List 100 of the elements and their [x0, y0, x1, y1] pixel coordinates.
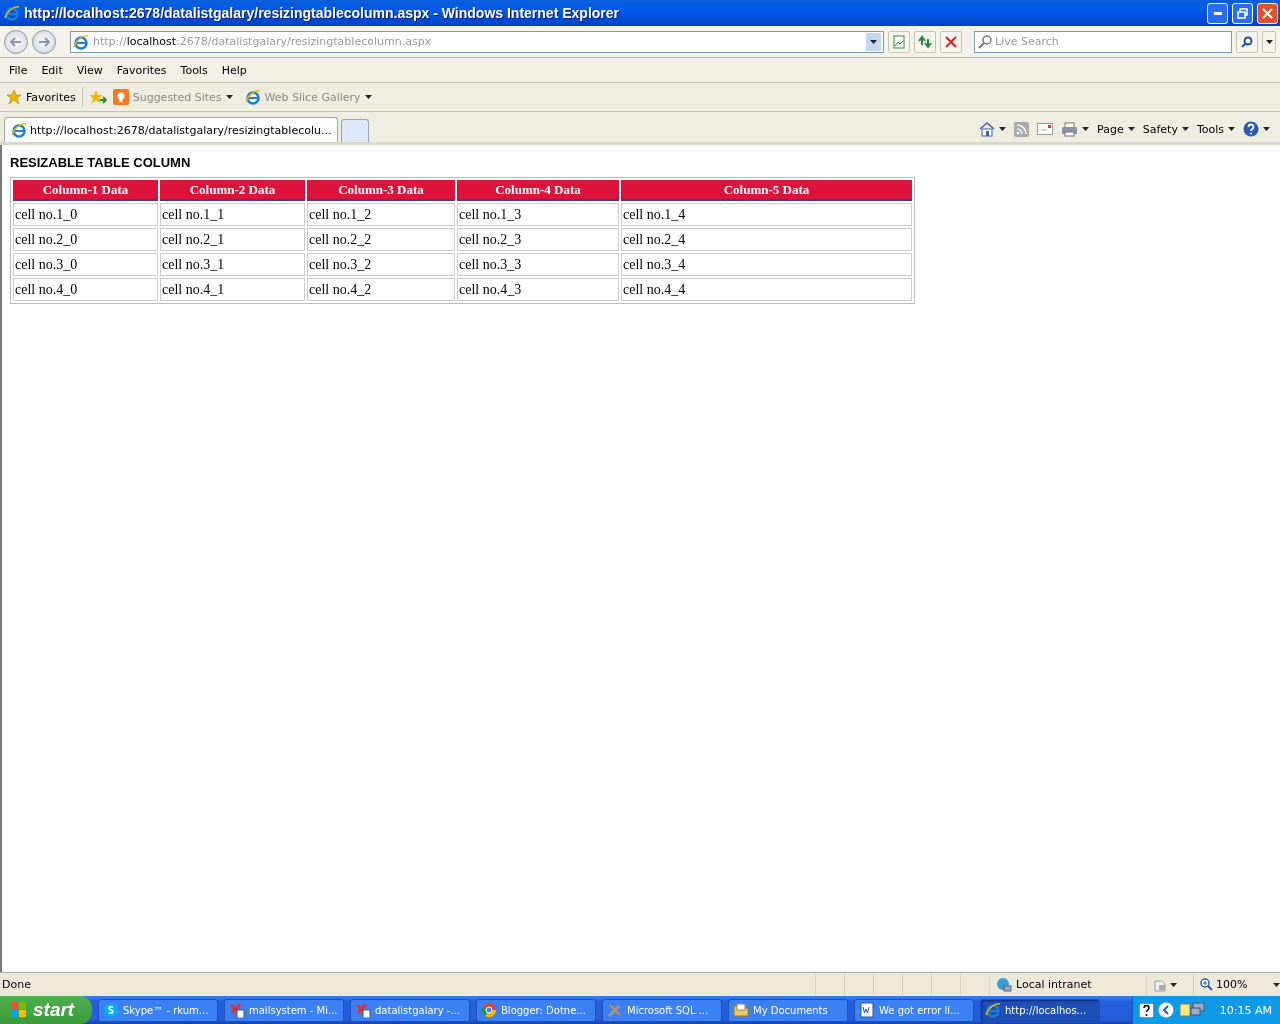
- zoom-icon: [1200, 978, 1213, 991]
- table-cell: cell no.2_4: [621, 228, 912, 251]
- menu-item[interactable]: Help: [214, 61, 254, 79]
- command-menu-button[interactable]: Tools: [1196, 122, 1235, 136]
- envelope-icon: [1037, 123, 1054, 135]
- database-tool-icon: [229, 1002, 245, 1018]
- table-cell: cell no.2_1: [160, 228, 305, 251]
- table-cell: cell no.3_1: [160, 253, 305, 276]
- taskbar-button[interactable]: mailsystem - Mi...: [224, 998, 344, 1022]
- caret-icon: [1170, 982, 1177, 987]
- page-heading: RESIZABLE TABLE COLUMN: [10, 155, 192, 170]
- taskbar-button[interactable]: Blogger: Dotne...: [476, 998, 596, 1022]
- refresh-arrows-icon: [917, 34, 933, 49]
- chat-bubble-icon: [103, 1002, 119, 1018]
- forward-button[interactable]: [32, 29, 56, 54]
- table-cell: cell no.2_3: [457, 228, 619, 251]
- table-cell: cell no.4_4: [621, 278, 912, 301]
- lock-page-icon: [1153, 977, 1167, 992]
- globe-e-icon: [985, 1002, 1001, 1018]
- caret-icon: [1082, 127, 1090, 131]
- restore-icon: [1237, 7, 1248, 19]
- caret-icon: [1228, 127, 1235, 131]
- table-cell: cell no.1_3: [457, 203, 619, 226]
- close-icon: [1262, 7, 1273, 19]
- restore-button[interactable]: [1232, 2, 1253, 24]
- search-icon: [1241, 35, 1253, 48]
- minimize-button[interactable]: [1207, 2, 1228, 24]
- search-options-button[interactable]: [1262, 30, 1276, 53]
- help-icon[interactable]: [1138, 1002, 1154, 1018]
- windows-flag-icon: [10, 1001, 28, 1019]
- back-button[interactable]: [4, 29, 28, 54]
- table-cell: cell no.1_2: [307, 203, 455, 226]
- lightbulb-icon: [112, 89, 129, 105]
- command-menu-button[interactable]: Safety: [1142, 122, 1189, 136]
- address-field[interactable]: http://localhost:2678/datalistgalary/resizingtablecolumn.aspx: [70, 30, 884, 53]
- print-button[interactable]: [1061, 121, 1090, 137]
- table-cell: cell no.2_2: [307, 228, 455, 251]
- add-favorite-icon[interactable]: [88, 89, 107, 105]
- close-button[interactable]: [1257, 2, 1278, 24]
- dropdown-button[interactable]: [866, 32, 881, 51]
- table-cell: cell no.4_1: [160, 278, 305, 301]
- favorites-button[interactable]: Favorites: [6, 89, 76, 105]
- search-icon: [978, 34, 992, 49]
- caret-icon: [225, 95, 233, 99]
- zoom-button[interactable]: 100%: [1193, 973, 1280, 996]
- caret-icon: [1127, 127, 1135, 131]
- search-button[interactable]: [1236, 30, 1258, 53]
- menu-item[interactable]: View: [69, 61, 110, 79]
- table-cell: cell no.1_1: [160, 203, 305, 226]
- menu-item[interactable]: File: [2, 61, 35, 79]
- caret-icon: [1263, 127, 1270, 131]
- stop-x-icon: [945, 35, 957, 48]
- column-header: Column-3 Data: [307, 180, 455, 201]
- right-arrow-icon: [38, 36, 50, 47]
- taskbar-button[interactable]: http://localhos...: [980, 998, 1100, 1022]
- table-cell: cell no.4_2: [307, 278, 455, 301]
- caret-icon: [1265, 39, 1273, 44]
- column-header: Column-2 Data: [160, 180, 305, 201]
- stop-button[interactable]: [940, 30, 962, 53]
- page-picture-icon: [892, 34, 906, 49]
- taskbar-button[interactable]: Skype™ - rkum...: [98, 998, 218, 1022]
- tools-icon: [607, 1002, 623, 1018]
- window-title: http://localhost:2678/datalistgalary/resizingtablecolumn.aspx - Windows Internet Explorer: [24, 5, 620, 21]
- left-arrow-icon: [10, 36, 22, 47]
- rss-feed-icon: [1014, 121, 1030, 137]
- help-button[interactable]: [1243, 121, 1270, 137]
- table-cell: cell no.1_4: [621, 203, 912, 226]
- minimize-icon: [1213, 11, 1222, 15]
- round-browser-icon: [481, 1002, 497, 1018]
- globe-computer-icon: [996, 976, 1012, 993]
- security-zone: Local intranet: [989, 973, 1146, 996]
- caret-icon: [1273, 982, 1280, 987]
- taskbar-button[interactable]: We got error li...: [854, 998, 974, 1022]
- clock: 10:15 AM: [1219, 1003, 1272, 1017]
- table-cell: cell no.3_4: [621, 253, 912, 276]
- menu-item[interactable]: Edit: [34, 61, 70, 79]
- chevron-left-icon[interactable]: [1157, 1002, 1174, 1018]
- document-icon: [859, 1002, 875, 1018]
- mail-button[interactable]: [1037, 123, 1054, 135]
- command-menu-button[interactable]: Page: [1097, 122, 1135, 136]
- page-icon: [73, 33, 89, 50]
- browser-tab[interactable]: http://localhost:2678/datalistgalary/resizingtablecolu...: [4, 117, 339, 142]
- compatibility-button[interactable]: [888, 30, 910, 53]
- home-button[interactable]: [979, 121, 1007, 137]
- table-cell: cell no.4_0: [13, 278, 158, 301]
- caret-icon: [999, 127, 1007, 131]
- network-computers-icon[interactable]: [1177, 1002, 1206, 1018]
- database-tool-icon: [355, 1002, 371, 1018]
- menu-item[interactable]: Favorites: [109, 61, 174, 79]
- menu-item[interactable]: Tools: [173, 61, 215, 79]
- column-header: Column-4 Data: [457, 180, 619, 201]
- home-icon: [979, 121, 996, 137]
- column-header: Column-5 Data: [621, 180, 912, 201]
- star-icon: [6, 89, 22, 105]
- taskbar-button[interactable]: My Documents: [728, 998, 848, 1022]
- caret-icon: [870, 39, 877, 44]
- taskbar-button[interactable]: datalistgalary -...: [350, 998, 470, 1022]
- taskbar-button[interactable]: Microsoft SQL ...: [602, 998, 722, 1022]
- ie-logo-icon: [4, 5, 20, 21]
- refresh-button[interactable]: [914, 30, 936, 53]
